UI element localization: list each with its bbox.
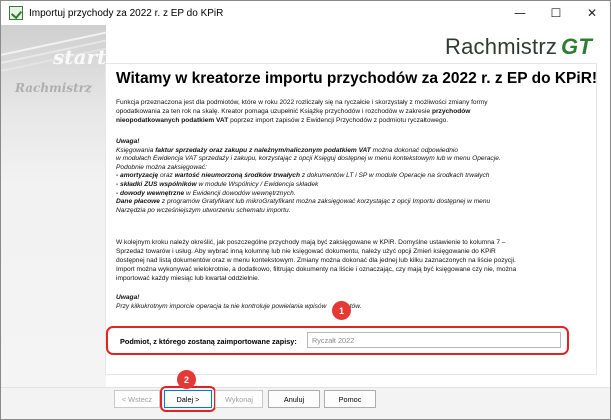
intro-line-2: opodatkowania za ten rok na skalę. Kreat… bbox=[116, 108, 471, 115]
warning-title: Uwaga! bbox=[116, 138, 140, 145]
step-line-5: importować każdy miesiąc lub kwartał odd… bbox=[116, 275, 260, 282]
source-entity-label: Podmiot, z którego zostaną zaimportowane… bbox=[120, 337, 297, 346]
step-line-2: Sprzedaż towarów i usług. Aby wybrać inn… bbox=[116, 248, 496, 255]
warning-line-1: Księgowania faktur sprzedaży oraz zakupu… bbox=[116, 146, 459, 154]
back-button[interactable]: < Wstecz bbox=[114, 390, 160, 408]
window-title: Importuj przychody za 2022 r. z EP do KP… bbox=[29, 7, 224, 19]
warning-line-6: - dowody wewnętrzne w Ewidencji dowodów … bbox=[116, 189, 296, 197]
cancel-button[interactable]: Anuluj bbox=[268, 390, 320, 408]
art-word-brand: Rachmistrz bbox=[15, 81, 92, 95]
step-marker-1: 1 bbox=[332, 301, 351, 320]
warning-line-3: Podobnie można zaksięgować: bbox=[116, 163, 207, 171]
intro-line-3: nieopodatkowanych podatkiem VAT poprzez … bbox=[116, 117, 449, 124]
close-button[interactable]: ✕ bbox=[574, 1, 610, 25]
intro-line-1: Funkcja przeznaczona jest dla podmiotów,… bbox=[116, 99, 488, 106]
brand-name: Rachmistrz bbox=[445, 34, 558, 59]
warning-accounting-note: Uwaga! Księgowania faktur sprzedaży oraz… bbox=[116, 138, 501, 215]
warning-line-2: w modułach Ewidencja VAT sprzedaży i zak… bbox=[116, 155, 501, 163]
warning-line-7: Dane płacowe z programów Gratyfikant lub… bbox=[116, 198, 491, 206]
warning2-text: Przy kilkukrotnym imporcie operacja ta n… bbox=[116, 302, 362, 310]
source-entity-input[interactable] bbox=[307, 332, 561, 348]
page-title: Witamy w kreatorze importu przychodów za… bbox=[116, 70, 598, 87]
art-word-start: start bbox=[53, 45, 107, 69]
app-checkmark-icon bbox=[9, 6, 23, 20]
help-button[interactable]: Pomoc bbox=[324, 390, 376, 408]
step-line-3: dostępnej nad listą dokumentów oraz w me… bbox=[116, 257, 516, 264]
step-marker-2: 2 bbox=[177, 370, 196, 389]
warning-line-4: - amortyzację oraz wartość nieumorzoną ś… bbox=[116, 172, 490, 180]
warning-duplicates-note: Uwaga! Przy kilkukrotnym imporcie operac… bbox=[116, 294, 361, 311]
next-button[interactable]: Dalej > bbox=[164, 390, 212, 408]
step-line-4: Import można wykonywać wielokrotnie, a d… bbox=[116, 266, 517, 273]
warning-line-5: - składki ZUS wspólników w module Wspóln… bbox=[116, 180, 319, 188]
intro-text: Funkcja przeznaczona jest dla podmiotów,… bbox=[116, 98, 488, 125]
brand-logo: Rachmistrz GT bbox=[445, 34, 592, 60]
minimize-button[interactable]: — bbox=[502, 1, 538, 25]
step-line-1: W kolejnym kroku należy określić, jak po… bbox=[116, 239, 506, 246]
warning-line-8: Narzędzia po wcześniejszym utworzeniu sc… bbox=[116, 206, 291, 214]
brand-gt-mark: GT bbox=[561, 34, 592, 59]
run-button[interactable]: Wykonaj bbox=[215, 390, 263, 408]
wizard-side-artwork: start Rachmistrz bbox=[1, 18, 170, 419]
next-step-text: W kolejnym kroku należy określić, jak po… bbox=[116, 238, 516, 283]
import-wizard-window: Importuj przychody za 2022 r. z EP do KP… bbox=[0, 0, 611, 420]
title-bar: Importuj przychody za 2022 r. z EP do KP… bbox=[1, 1, 610, 25]
maximize-button[interactable]: ☐ bbox=[538, 1, 574, 25]
warning2-title: Uwaga! bbox=[116, 294, 140, 301]
